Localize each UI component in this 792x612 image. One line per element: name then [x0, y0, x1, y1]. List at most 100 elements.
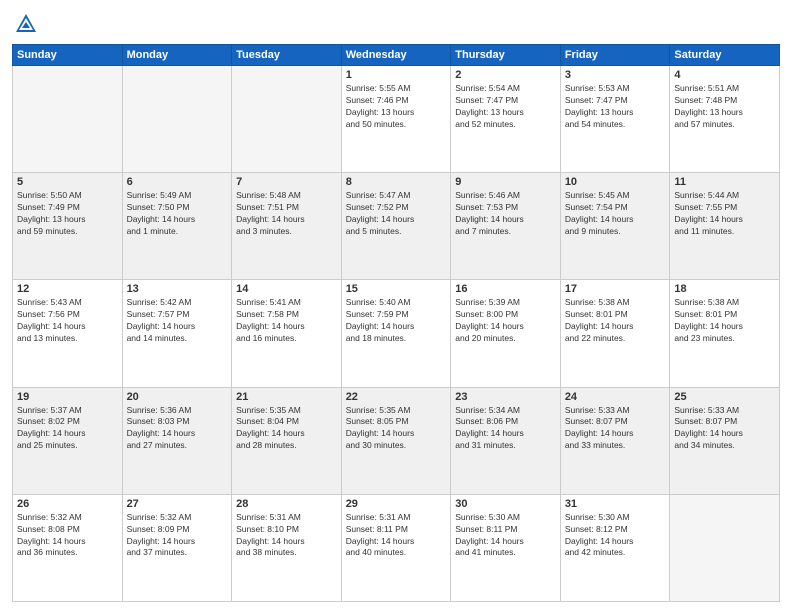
calendar-cell: 9 Sunrise: 5:46 AMSunset: 7:53 PMDaylight… — [451, 173, 561, 280]
day-number: 31 — [565, 498, 666, 510]
day-info: Sunrise: 5:55 AMSunset: 7:46 PMDaylight:… — [346, 83, 447, 131]
day-number: 17 — [565, 283, 666, 295]
calendar-cell: 28Sunrise: 5:31 AMSunset: 8:10 PMDayligh… — [232, 494, 342, 601]
day-number: 30 — [455, 498, 556, 510]
calendar-cell: 15 Sunrise: 5:40 AMSunset: 7:59 PMDayligh… — [341, 280, 451, 387]
day-info: Sunrise: 5:38 AMSunset: 8:01 PMDaylight:… — [565, 297, 666, 345]
calendar-cell: 13 Sunrise: 5:42 AMSunset: 7:57 PMDayligh… — [122, 280, 232, 387]
day-number: 7 — [236, 176, 337, 188]
calendar-cell: 5 Sunrise: 5:50 AMSunset: 7:49 PMDaylight… — [13, 173, 123, 280]
day-number: 5 — [17, 176, 118, 188]
calendar-week-row: 26 Sunrise: 5:32 AMSunset: 8:08 PMDayligh… — [13, 494, 780, 601]
day-info: Sunrise: 5:33 AMSunset: 8:07 PMDaylight:… — [565, 405, 666, 453]
day-info: Sunrise: 5:45 AMSunset: 7:54 PMDaylight:… — [565, 190, 666, 238]
calendar-header-thursday: Thursday — [451, 45, 561, 66]
calendar-week-row: 1 Sunrise: 5:55 AMSunset: 7:46 PMDaylight… — [13, 66, 780, 173]
day-info: Sunrise: 5:49 AMSunset: 7:50 PMDaylight:… — [127, 190, 228, 238]
day-info: Sunrise: 5:39 AMSunset: 8:00 PMDaylight:… — [455, 297, 556, 345]
calendar-cell: 14Sunrise: 5:41 AMSunset: 7:58 PMDayligh… — [232, 280, 342, 387]
calendar-cell: 22Sunrise: 5:35 AMSunset: 8:05 PMDayligh… — [341, 387, 451, 494]
day-number: 15 — [346, 283, 447, 295]
calendar-cell: 19 Sunrise: 5:37 AMSunset: 8:02 PMDayligh… — [13, 387, 123, 494]
calendar-cell: 2 Sunrise: 5:54 AMSunset: 7:47 PMDaylight… — [451, 66, 561, 173]
day-info: Sunrise: 5:48 AMSunset: 7:51 PMDaylight:… — [236, 190, 337, 238]
calendar-cell: 31 Sunrise: 5:30 AMSunset: 8:12 PMDayligh… — [560, 494, 670, 601]
calendar-cell: 26 Sunrise: 5:32 AMSunset: 8:08 PMDayligh… — [13, 494, 123, 601]
calendar-header-row: SundayMondayTuesdayWednesdayThursdayFrid… — [13, 45, 780, 66]
calendar-cell: 27Sunrise: 5:32 AMSunset: 8:09 PMDayligh… — [122, 494, 232, 601]
calendar-cell: 24 Sunrise: 5:33 AMSunset: 8:07 PMDayligh… — [560, 387, 670, 494]
day-info: Sunrise: 5:35 AMSunset: 8:04 PMDaylight:… — [236, 405, 337, 453]
calendar-table: SundayMondayTuesdayWednesdayThursdayFrid… — [12, 44, 780, 602]
day-number: 24 — [565, 391, 666, 403]
day-number: 14 — [236, 283, 337, 295]
day-number: 13 — [127, 283, 228, 295]
day-info: Sunrise: 5:44 AMSunset: 7:55 PMDaylight:… — [674, 190, 775, 238]
day-info: Sunrise: 5:40 AMSunset: 7:59 PMDaylight:… — [346, 297, 447, 345]
day-number: 19 — [17, 391, 118, 403]
calendar-cell: 25Sunrise: 5:33 AMSunset: 8:07 PMDayligh… — [670, 387, 780, 494]
day-number: 2 — [455, 69, 556, 81]
calendar-week-row: 5 Sunrise: 5:50 AMSunset: 7:49 PMDaylight… — [13, 173, 780, 280]
calendar-week-row: 12 Sunrise: 5:43 AMSunset: 7:56 PMDayligh… — [13, 280, 780, 387]
calendar-cell: 18 Sunrise: 5:38 AMSunset: 8:01 PMDayligh… — [670, 280, 780, 387]
page: SundayMondayTuesdayWednesdayThursdayFrid… — [0, 0, 792, 612]
day-number: 3 — [565, 69, 666, 81]
calendar-cell: 8Sunrise: 5:47 AMSunset: 7:52 PMDaylight… — [341, 173, 451, 280]
calendar-cell: 20Sunrise: 5:36 AMSunset: 8:03 PMDayligh… — [122, 387, 232, 494]
day-info: Sunrise: 5:42 AMSunset: 7:57 PMDaylight:… — [127, 297, 228, 345]
day-number: 23 — [455, 391, 556, 403]
calendar-cell: 4 Sunrise: 5:51 AMSunset: 7:48 PMDaylight… — [670, 66, 780, 173]
calendar-cell — [13, 66, 123, 173]
day-number: 29 — [346, 498, 447, 510]
day-info: Sunrise: 5:38 AMSunset: 8:01 PMDaylight:… — [674, 297, 775, 345]
day-number: 16 — [455, 283, 556, 295]
day-number: 22 — [346, 391, 447, 403]
calendar-header-wednesday: Wednesday — [341, 45, 451, 66]
day-info: Sunrise: 5:46 AMSunset: 7:53 PMDaylight:… — [455, 190, 556, 238]
logo-icon — [12, 10, 40, 38]
day-info: Sunrise: 5:43 AMSunset: 7:56 PMDaylight:… — [17, 297, 118, 345]
calendar-header-friday: Friday — [560, 45, 670, 66]
calendar-cell: 7 Sunrise: 5:48 AMSunset: 7:51 PMDaylight… — [232, 173, 342, 280]
day-number: 9 — [455, 176, 556, 188]
calendar-cell: 3Sunrise: 5:53 AMSunset: 7:47 PMDaylight… — [560, 66, 670, 173]
day-number: 21 — [236, 391, 337, 403]
calendar-cell: 30Sunrise: 5:30 AMSunset: 8:11 PMDayligh… — [451, 494, 561, 601]
calendar-cell — [232, 66, 342, 173]
calendar-cell: 6 Sunrise: 5:49 AMSunset: 7:50 PMDaylight… — [122, 173, 232, 280]
calendar-cell: 10 Sunrise: 5:45 AMSunset: 7:54 PMDayligh… — [560, 173, 670, 280]
calendar-cell: 29Sunrise: 5:31 AMSunset: 8:11 PMDayligh… — [341, 494, 451, 601]
day-number: 18 — [674, 283, 775, 295]
day-number: 28 — [236, 498, 337, 510]
day-number: 26 — [17, 498, 118, 510]
logo — [12, 10, 44, 38]
day-info: Sunrise: 5:36 AMSunset: 8:03 PMDaylight:… — [127, 405, 228, 453]
day-info: Sunrise: 5:32 AMSunset: 8:09 PMDaylight:… — [127, 512, 228, 560]
calendar-header-sunday: Sunday — [13, 45, 123, 66]
calendar-cell: 11 Sunrise: 5:44 AMSunset: 7:55 PMDayligh… — [670, 173, 780, 280]
day-number: 12 — [17, 283, 118, 295]
calendar-cell: 1 Sunrise: 5:55 AMSunset: 7:46 PMDaylight… — [341, 66, 451, 173]
day-number: 1 — [346, 69, 447, 81]
day-number: 10 — [565, 176, 666, 188]
calendar-cell — [122, 66, 232, 173]
day-info: Sunrise: 5:34 AMSunset: 8:06 PMDaylight:… — [455, 405, 556, 453]
day-info: Sunrise: 5:54 AMSunset: 7:47 PMDaylight:… — [455, 83, 556, 131]
day-info: Sunrise: 5:32 AMSunset: 8:08 PMDaylight:… — [17, 512, 118, 560]
calendar-cell — [670, 494, 780, 601]
calendar-cell: 17 Sunrise: 5:38 AMSunset: 8:01 PMDayligh… — [560, 280, 670, 387]
day-number: 8 — [346, 176, 447, 188]
day-info: Sunrise: 5:51 AMSunset: 7:48 PMDaylight:… — [674, 83, 775, 131]
calendar-header-saturday: Saturday — [670, 45, 780, 66]
day-number: 4 — [674, 69, 775, 81]
day-info: Sunrise: 5:30 AMSunset: 8:12 PMDaylight:… — [565, 512, 666, 560]
calendar-cell: 23 Sunrise: 5:34 AMSunset: 8:06 PMDayligh… — [451, 387, 561, 494]
day-info: Sunrise: 5:50 AMSunset: 7:49 PMDaylight:… — [17, 190, 118, 238]
calendar-header-monday: Monday — [122, 45, 232, 66]
calendar-header-tuesday: Tuesday — [232, 45, 342, 66]
day-number: 6 — [127, 176, 228, 188]
day-number: 11 — [674, 176, 775, 188]
day-info: Sunrise: 5:37 AMSunset: 8:02 PMDaylight:… — [17, 405, 118, 453]
calendar-cell: 12 Sunrise: 5:43 AMSunset: 7:56 PMDayligh… — [13, 280, 123, 387]
